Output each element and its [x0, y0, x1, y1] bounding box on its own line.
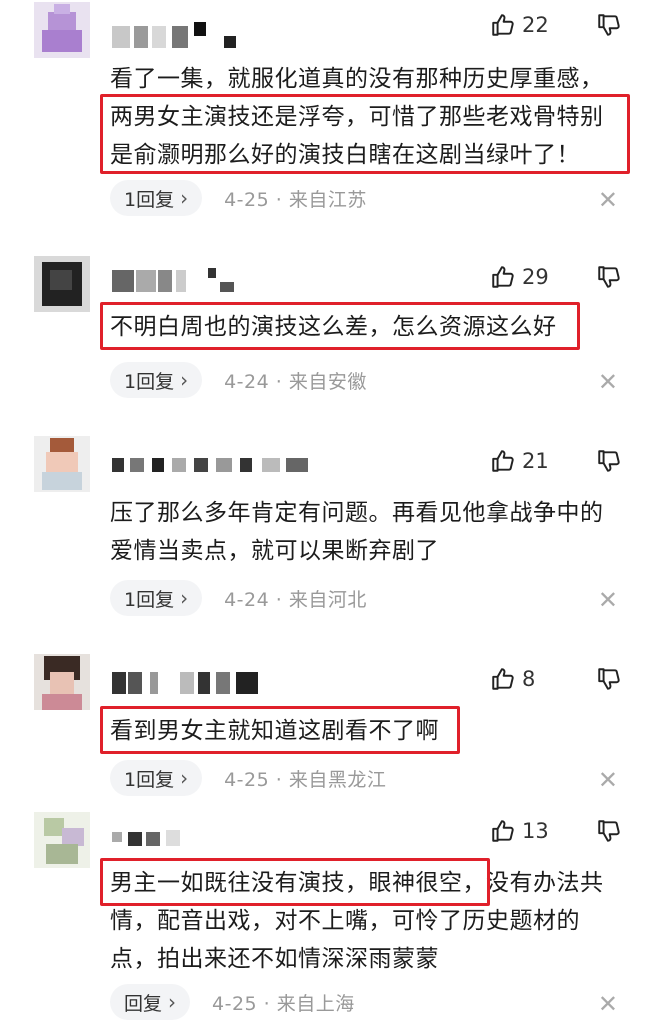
- like-count: 8: [522, 666, 536, 691]
- like-count: 13: [522, 818, 549, 843]
- dislike-button[interactable]: [596, 448, 622, 478]
- highlight-box: [100, 858, 490, 906]
- username-blurred[interactable]: [112, 672, 272, 694]
- highlight-box: [100, 302, 580, 350]
- thumbs-down-icon: [598, 450, 620, 472]
- username-blurred[interactable]: [112, 22, 242, 48]
- comment-date-location: 4-24 · 来自河北: [224, 588, 367, 611]
- close-icon[interactable]: ✕: [598, 768, 618, 792]
- avatar[interactable]: [34, 812, 90, 868]
- close-icon[interactable]: ✕: [598, 588, 618, 612]
- reply-button[interactable]: 1回复 ›: [110, 180, 203, 216]
- username-blurred[interactable]: [112, 826, 192, 848]
- like-button[interactable]: 29: [490, 264, 550, 290]
- close-icon[interactable]: ✕: [598, 188, 618, 212]
- thumbs-up-icon: [492, 820, 514, 842]
- comment-meta: 回复 › 4-25 · 来自上海: [110, 984, 355, 1020]
- comment-text: 压了那么多年肯定有问题。再看见他拿战争中的 爱情当卖点，就可以果断弃剧了: [110, 500, 604, 564]
- chevron-right-icon: ›: [168, 990, 177, 1014]
- highlight-box: [100, 94, 630, 174]
- comment-date-location: 4-25 · 来自上海: [212, 992, 355, 1015]
- comment-meta: 1回复 › 4-24 · 来自河北: [110, 580, 367, 616]
- chevron-right-icon: ›: [180, 186, 189, 210]
- like-button[interactable]: 22: [490, 12, 550, 38]
- avatar[interactable]: [34, 436, 90, 492]
- comment-meta: 1回复 › 4-25 · 来自黑龙江: [110, 760, 386, 796]
- like-button[interactable]: 8: [490, 666, 550, 692]
- comment-meta: 1回复 › 4-25 · 来自江苏: [110, 180, 367, 216]
- avatar[interactable]: [34, 256, 90, 312]
- thumbs-up-icon: [492, 450, 514, 472]
- dislike-button[interactable]: [596, 12, 622, 42]
- comment-meta: 1回复 › 4-24 · 来自安徽: [110, 362, 367, 398]
- close-icon[interactable]: ✕: [598, 370, 618, 394]
- username-blurred[interactable]: [112, 268, 242, 292]
- avatar[interactable]: [34, 654, 90, 710]
- close-icon[interactable]: ✕: [598, 992, 618, 1016]
- thumbs-up-icon: [492, 266, 514, 288]
- reply-button[interactable]: 1回复 ›: [110, 760, 203, 796]
- comment-date-location: 4-25 · 来自黑龙江: [224, 768, 387, 791]
- dislike-button[interactable]: [596, 666, 622, 696]
- like-count: 29: [522, 264, 549, 289]
- thumbs-down-icon: [598, 668, 620, 690]
- highlight-box: [100, 706, 460, 754]
- like-button[interactable]: 21: [490, 448, 550, 474]
- thumbs-down-icon: [598, 14, 620, 36]
- thumbs-up-icon: [492, 668, 514, 690]
- chevron-right-icon: ›: [180, 586, 189, 610]
- comment-date-location: 4-25 · 来自江苏: [224, 188, 367, 211]
- dislike-button[interactable]: [596, 818, 622, 848]
- comment-date-location: 4-24 · 来自安徽: [224, 370, 367, 393]
- chevron-right-icon: ›: [180, 766, 189, 790]
- reply-button[interactable]: 1回复 ›: [110, 580, 203, 616]
- username-blurred[interactable]: [112, 454, 332, 476]
- dislike-button[interactable]: [596, 264, 622, 294]
- thumbs-down-icon: [598, 820, 620, 842]
- thumbs-down-icon: [598, 266, 620, 288]
- avatar[interactable]: [34, 2, 90, 58]
- like-count: 22: [522, 12, 549, 37]
- reply-button[interactable]: 1回复 ›: [110, 362, 203, 398]
- like-count: 21: [522, 448, 549, 473]
- thumbs-up-icon: [492, 14, 514, 36]
- reply-button[interactable]: 回复 ›: [110, 984, 191, 1020]
- chevron-right-icon: ›: [180, 368, 189, 392]
- like-button[interactable]: 13: [490, 818, 550, 844]
